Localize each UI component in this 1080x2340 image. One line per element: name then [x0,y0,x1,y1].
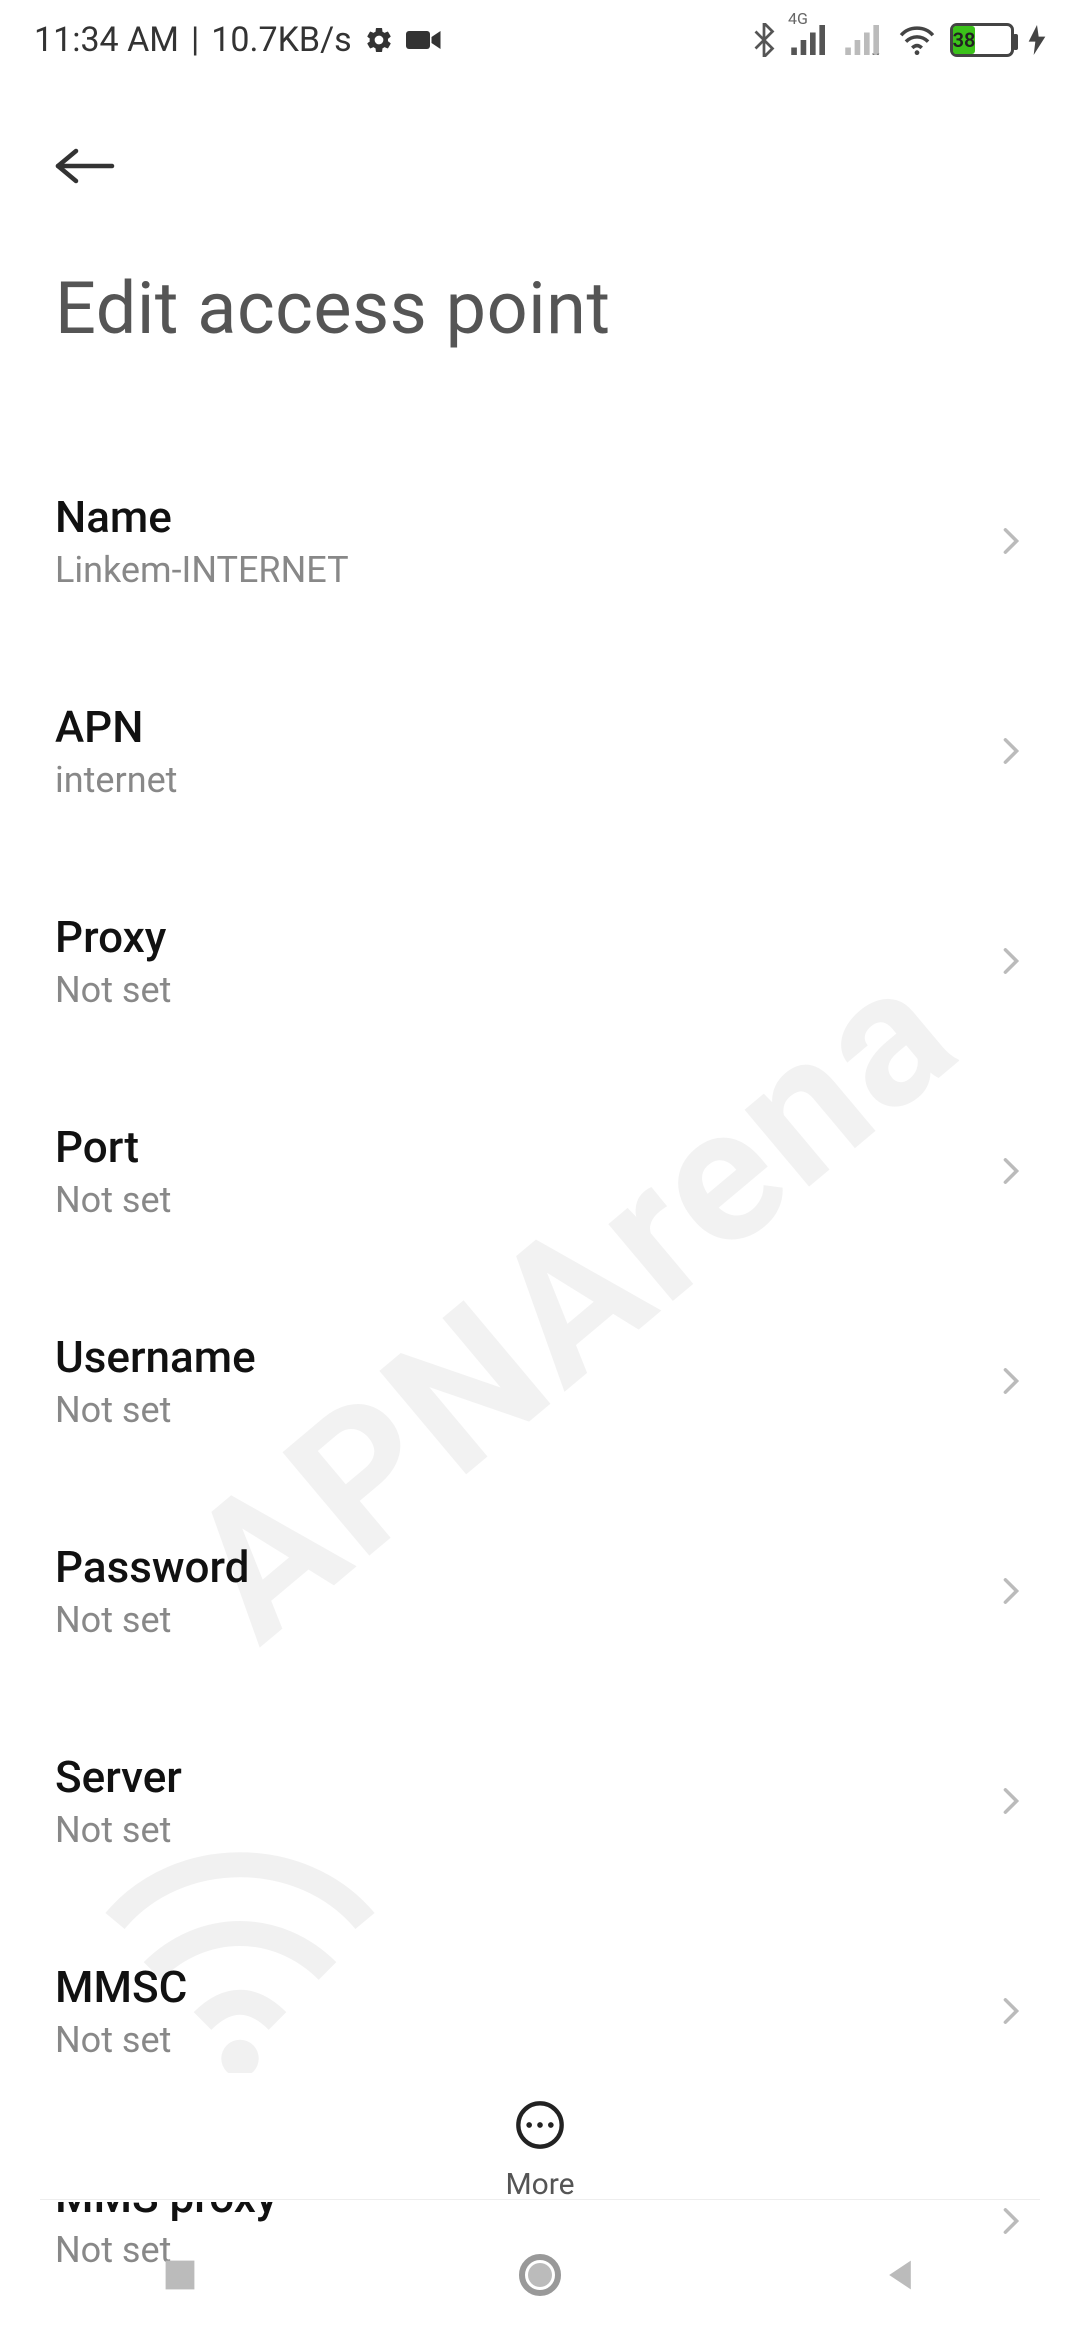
settings-row-password[interactable]: Password Not set [55,1501,1025,1711]
chevron-right-icon [997,737,1025,765]
chevron-right-icon [997,1577,1025,1605]
chevron-right-icon [997,1787,1025,1815]
navigation-bar [0,2210,1080,2340]
bottom-dock: More [0,2073,1080,2202]
svg-text:x: x [872,48,880,56]
settings-row-label: Port [55,1121,171,1173]
status-bar-right: 4G x 38 [752,23,1046,57]
settings-row-apn[interactable]: APN internet [55,661,1025,871]
settings-row-username[interactable]: Username Not set [55,1291,1025,1501]
chevron-right-icon [997,1997,1025,2025]
settings-row-value: Not set [55,1179,171,1221]
status-time: 11:34 AM [34,20,179,60]
charging-bolt-icon [1028,25,1046,55]
back-button[interactable] [55,146,115,186]
status-separator: | [191,20,199,60]
more-button[interactable] [514,2099,566,2155]
settings-row-port[interactable]: Port Not set [55,1081,1025,1291]
battery-percent: 38 [953,26,975,54]
settings-row-value: Not set [55,1389,256,1431]
gear-icon [364,25,394,55]
page-title-container: Edit access point [0,206,1080,451]
status-network-speed: 10.7KB/s [211,20,351,60]
nav-recent-button[interactable] [140,2235,220,2315]
chevron-right-icon [997,1367,1025,1395]
network-type-label: 4G [788,9,808,28]
chevron-right-icon [997,527,1025,555]
settings-row-label: Proxy [55,911,171,963]
settings-row-name[interactable]: Name Linkem-INTERNET [55,451,1025,661]
settings-row-label: APN [55,701,177,753]
settings-row-value: Not set [55,1599,249,1641]
settings-row-value: Not set [55,1809,182,1851]
settings-row-label: Server [55,1751,182,1803]
signal-no-sim-icon: x [844,25,884,55]
video-camera-icon [406,27,442,53]
more-label: More [505,2167,574,2202]
chevron-right-icon [997,1157,1025,1185]
settings-row-label: MMSC [55,1961,187,2013]
settings-row-value: internet [55,759,177,801]
settings-row-value: Linkem-INTERNET [55,549,349,591]
bottom-divider [40,2199,1040,2200]
settings-row-server[interactable]: Server Not set [55,1711,1025,1921]
settings-row-value: Not set [55,969,171,1011]
settings-row-label: Password [55,1541,249,1593]
settings-row-label: Username [55,1331,256,1383]
bluetooth-icon [752,23,776,57]
settings-row-proxy[interactable]: Proxy Not set [55,871,1025,1081]
page-title: Edit access point [55,266,1025,351]
chevron-right-icon [997,947,1025,975]
settings-list: APNArena Name Linkem-INTERNET APN intern… [0,451,1080,2340]
status-bar-left: 11:34 AM | 10.7KB/s [34,20,442,60]
signal-4g-icon: 4G [790,25,830,55]
nav-back-button[interactable] [860,2235,940,2315]
settings-row-value: Not set [55,2019,187,2061]
battery-icon: 38 [950,23,1014,57]
app-bar [0,80,1080,206]
status-bar: 11:34 AM | 10.7KB/s 4G x [0,0,1080,80]
wifi-icon [898,25,936,55]
settings-row-label: Name [55,491,349,543]
nav-home-button[interactable] [500,2235,580,2315]
